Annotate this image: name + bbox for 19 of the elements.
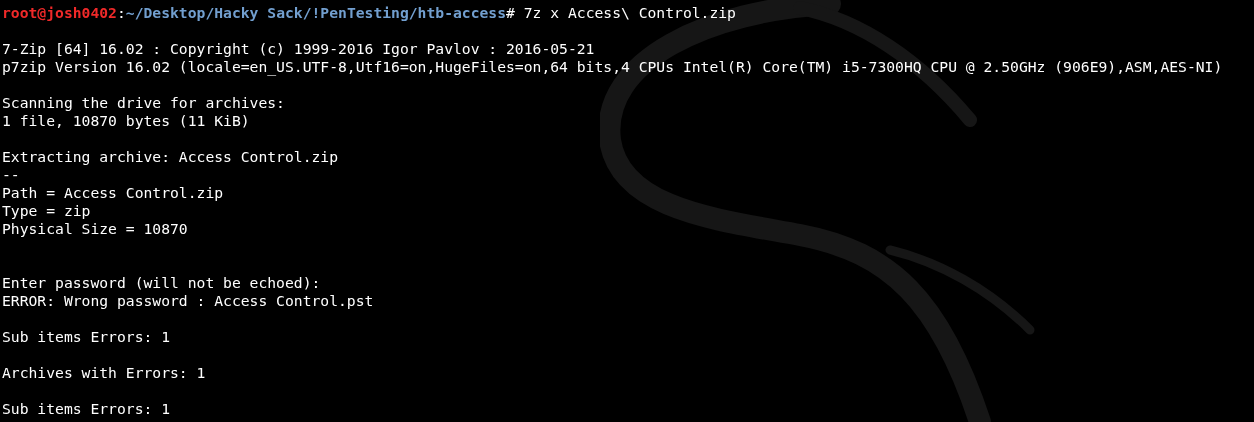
output-line: Sub items Errors: 1 (2, 328, 170, 346)
output-line: Sub items Errors: 1 (2, 400, 170, 418)
output-line: Path = Access Control.zip (2, 184, 224, 202)
output-line: p7zip Version 16.02 (locale=en_US.UTF-8,Utf16=on,HugeFiles=on,64 bits,4 CPUs Intel(R) Core(TM) i5-7300HQ CPU @ 2.50GHz (906E9),ASM,AES-NI) (2, 58, 1223, 76)
command-text: 7z x Access\ Control.zip (522, 4, 736, 22)
prompt-user-host: root@josh0402 (2, 4, 117, 22)
prompt-separator: : (116, 4, 126, 22)
output-line: Extracting archive: Access Control.zip (2, 148, 339, 166)
output-line: 1 file, 10870 bytes (11 KiB) (2, 112, 250, 130)
output-line: Archives with Errors: 1 (2, 364, 206, 382)
output-line: Enter password (will not be echoed): (2, 274, 321, 292)
output-line: 7-Zip [64] 16.02 : Copyright (c) 1999-2016 Igor Pavlov : 2016-05-21 (2, 40, 595, 58)
output-line: ERROR: Wrong password : Access Control.pst (2, 292, 374, 310)
output-line: Physical Size = 10870 (2, 220, 188, 238)
output-line: Scanning the drive for archives: (2, 94, 285, 112)
prompt-path: ~/Desktop/Hacky Sack/!PenTesting/htb-access (125, 4, 507, 22)
output-line: -- (2, 166, 20, 184)
output-line: Type = zip (2, 202, 91, 220)
prompt-symbol: # (506, 4, 515, 22)
